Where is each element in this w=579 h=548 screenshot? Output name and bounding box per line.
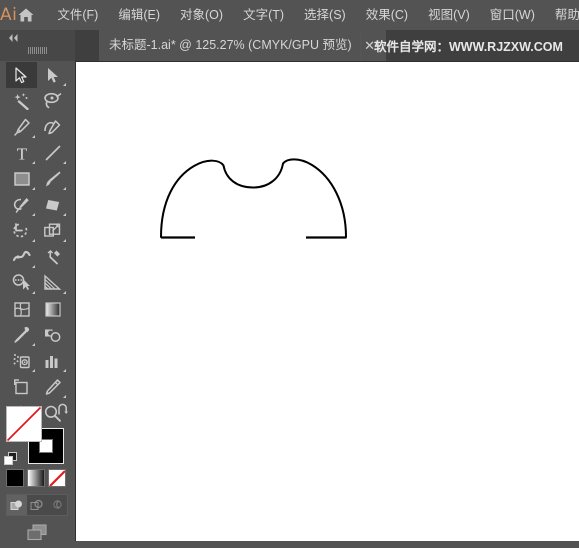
slice-tool[interactable] [37,374,68,400]
free-transform-tool[interactable] [37,244,68,270]
menu-window[interactable]: 窗口(W) [480,5,545,26]
gradient-mode-button[interactable] [27,469,45,487]
tool-flyout-indicator [63,187,66,190]
tool-flyout-indicator [32,291,35,294]
magic-wand-tool[interactable] [6,88,37,114]
menu-item-list: 文件(F) 编辑(E) 对象(O) 文字(T) 选择(S) 效果(C) 视图(V… [47,5,579,26]
menu-type[interactable]: 文字(T) [233,5,294,26]
selection-tool[interactable] [6,62,37,88]
rotate-tool[interactable] [6,218,37,244]
garment-outline-path[interactable] [76,61,579,541]
none-mode-button[interactable] [48,469,66,487]
tool-row [6,348,68,374]
color-mode-button[interactable] [6,469,24,487]
symbol-sprayer-tool[interactable] [6,348,37,374]
fill-swatch[interactable] [6,406,42,442]
gradient-tool[interactable] [37,296,68,322]
menu-select[interactable]: 选择(S) [294,5,356,26]
swap-fill-stroke-icon[interactable] [56,403,70,417]
collapse-panel-icon[interactable] [6,32,26,43]
perspective-grid-tool[interactable] [37,270,68,296]
width-tool[interactable] [6,244,37,270]
document-tab[interactable]: 未标题-1.ai* @ 125.27% (CMYK/GPU 预览) ✕ [99,30,386,61]
eyedropper-tool[interactable] [6,322,37,348]
default-colors-icon[interactable] [4,452,18,466]
tool-row [6,114,68,140]
menu-edit[interactable]: 编辑(E) [108,5,170,26]
menu-effect[interactable]: 效果(C) [356,5,418,26]
change-screen-mode-button[interactable] [0,518,75,548]
eraser-tool[interactable] [37,192,68,218]
menu-help[interactable]: 帮助(H) [545,5,579,26]
svg-text:T: T [16,145,27,162]
app-logo: Ai [0,5,18,25]
pen-tool[interactable] [6,114,37,140]
tool-flyout-indicator [63,161,66,164]
tool-flyout-indicator [63,239,66,242]
tool-row [6,296,68,322]
promo-watermark-text: 软件自学网：WWW.RJZXW.COM [374,40,563,54]
illustrator-window: Ai 文件(F) 编辑(E) 对象(O) 文字(T) 选择(S) 效果(C) 视… [0,0,579,541]
tool-flyout-indicator [63,369,66,372]
tool-row [6,166,68,192]
direct-selection-tool[interactable] [37,62,68,88]
tool-row: T [6,140,68,166]
none-indicator-icon [7,407,41,441]
menu-view[interactable]: 视图(V) [418,5,480,26]
line-segment-tool[interactable] [37,140,68,166]
tab-bar-divider [360,30,361,61]
tool-flyout-indicator [32,213,35,216]
tool-flyout-indicator [32,343,35,346]
document-tab-title: 未标题-1.ai* @ 125.27% (CMYK/GPU 预览) [109,38,352,53]
tool-flyout-indicator [32,239,35,242]
tool-flyout-indicator [63,83,66,86]
draw-normal-button[interactable] [7,495,27,515]
tool-flyout-indicator [32,187,35,190]
tool-flyout-indicator [63,395,66,398]
tool-flyout-indicator [32,161,35,164]
draw-inside-button[interactable] [47,495,67,515]
tool-row [6,244,68,270]
tool-row [6,218,68,244]
mesh-tool[interactable] [6,296,37,322]
menu-file[interactable]: 文件(F) [47,5,108,26]
fill-mode-buttons [6,469,68,495]
menu-object[interactable]: 对象(O) [170,5,233,26]
drawing-mode-buttons [6,494,68,516]
tool-flyout-indicator [32,265,35,268]
paintbrush-tool[interactable] [37,166,68,192]
tool-row [6,62,68,88]
curvature-tool[interactable] [37,114,68,140]
tool-row [6,270,68,296]
shaper-tool[interactable] [6,192,37,218]
lasso-tool[interactable] [37,88,68,114]
menu-bar: Ai 文件(F) 编辑(E) 对象(O) 文字(T) 选择(S) 效果(C) 视… [0,0,579,30]
tool-row [6,192,68,218]
tool-flyout-indicator [63,291,66,294]
column-graph-tool[interactable] [37,348,68,374]
rectangle-tool[interactable] [6,166,37,192]
tool-flyout-indicator [32,369,35,372]
tools-panel: T [0,61,76,541]
tool-row [6,88,68,114]
shape-builder-tool[interactable] [6,270,37,296]
document-canvas[interactable] [76,61,579,541]
blend-tool[interactable] [37,322,68,348]
scale-tool[interactable] [37,218,68,244]
fill-stroke-color-block [4,403,70,470]
tools-grid: T [6,62,68,426]
document-tab-bar: 未标题-1.ai* @ 125.27% (CMYK/GPU 预览) ✕ 软件自学… [0,30,579,62]
tool-flyout-indicator [63,213,66,216]
artboard-tool[interactable] [6,374,37,400]
toolbar-drag-handle[interactable] [20,46,54,54]
tool-row [6,374,68,400]
tool-row [6,322,68,348]
toolbar-header [0,30,75,62]
home-icon[interactable] [17,0,35,30]
type-tool[interactable]: T [6,140,37,166]
tool-flyout-indicator [32,135,35,138]
draw-behind-button[interactable] [27,495,47,515]
